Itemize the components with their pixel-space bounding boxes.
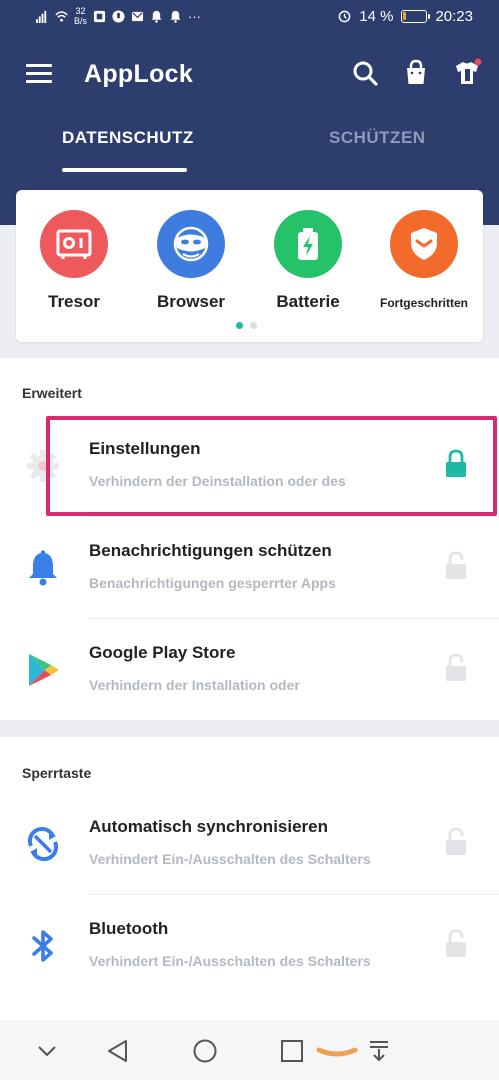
row-title: Benachrichtigungen schützen xyxy=(89,541,332,560)
list-item-bluetooth[interactable]: Bluetooth Verhindert Ein-/Ausschalten de… xyxy=(0,895,499,997)
home-icon[interactable] xyxy=(192,1038,218,1064)
sync-icon xyxy=(22,823,64,865)
theme-icon[interactable] xyxy=(452,58,482,88)
settings-gear-icon xyxy=(22,445,64,487)
lock-closed-icon[interactable] xyxy=(445,449,467,479)
quick-action-browser[interactable]: Browser xyxy=(136,210,246,312)
tab-bar: DATENSCHUTZ SCHÜTZEN xyxy=(0,128,499,176)
quick-action-fortgeschritten[interactable]: Fortgeschritten xyxy=(369,210,479,310)
row-subtitle: Verhindern der Deinstallation oder des xyxy=(89,473,346,489)
app-title: AppLock xyxy=(84,60,194,88)
app-bar: AppLock xyxy=(0,52,499,100)
battery-percent: 14 % xyxy=(359,8,394,25)
search-icon[interactable] xyxy=(350,58,380,88)
notification-pull-icon[interactable] xyxy=(366,1038,392,1064)
do-not-disturb-icon xyxy=(338,10,351,23)
section-sperrtaste: Sperrtaste Automatisch synchronisieren V… xyxy=(0,737,499,1020)
page-dot xyxy=(250,322,257,329)
lock-open-icon[interactable] xyxy=(445,929,467,959)
section-erweitert: Erweitert Einstellungen Verhindern der D… xyxy=(0,358,499,720)
bluetooth-icon xyxy=(22,925,64,967)
tab-schuetzen[interactable]: SCHÜTZEN xyxy=(329,128,426,148)
row-title: Automatisch synchronisieren xyxy=(89,817,329,836)
quick-action-label: Tresor xyxy=(48,292,100,311)
wifi-icon xyxy=(55,10,68,22)
quick-action-batterie[interactable]: Batterie xyxy=(253,210,363,312)
tab-datenschutz[interactable]: DATENSCHUTZ xyxy=(62,128,194,148)
mail-icon xyxy=(131,11,144,21)
row-subtitle: Verhindert Ein-/Ausschalten des Schalter… xyxy=(89,953,371,969)
lock-open-icon[interactable] xyxy=(445,827,467,857)
shield-icon xyxy=(390,210,458,278)
scribble-mark xyxy=(316,1047,358,1057)
collapse-icon[interactable] xyxy=(34,1038,60,1064)
status-bar: 32 B/s ··· 14 % 20:23 xyxy=(0,0,499,36)
list-item-einstellungen[interactable]: Einstellungen Verhindern der Deinstallat… xyxy=(0,415,499,517)
signal-icon xyxy=(36,10,47,23)
row-subtitle: Verhindern der Installation oder xyxy=(89,677,300,693)
quick-action-tresor[interactable]: Tresor xyxy=(19,210,129,312)
section-title: Sperrtaste xyxy=(22,765,92,781)
row-subtitle: Verhindert Ein-/Ausschalten des Schalter… xyxy=(89,851,371,867)
list-item-auto-sync[interactable]: Automatisch synchronisieren Verhindert E… xyxy=(0,793,499,895)
bell-notification-icon-2 xyxy=(170,10,181,23)
play-store-icon xyxy=(22,649,64,691)
shopping-bag-icon[interactable] xyxy=(401,58,431,88)
page-indicator xyxy=(236,322,257,329)
system-nav-bar xyxy=(0,1020,499,1080)
row-title: Einstellungen xyxy=(89,439,201,458)
quick-action-label: Fortgeschritten xyxy=(379,296,468,310)
recents-icon[interactable] xyxy=(279,1038,305,1064)
safe-icon xyxy=(40,210,108,278)
section-title: Erweitert xyxy=(22,385,82,401)
bell-icon xyxy=(22,547,64,589)
network-speed: 32 B/s xyxy=(74,6,88,26)
battery-charging-icon xyxy=(274,210,342,278)
clock: 20:23 xyxy=(435,8,473,25)
active-tab-indicator xyxy=(62,168,187,172)
menu-icon[interactable] xyxy=(26,64,52,84)
back-icon[interactable] xyxy=(105,1038,131,1064)
bell-notification-icon xyxy=(151,10,162,23)
battery-icon xyxy=(401,10,431,23)
quick-action-label: Batterie xyxy=(276,292,340,311)
notification-app-icon xyxy=(93,10,106,22)
row-title: Google Play Store xyxy=(89,643,236,662)
mask-icon xyxy=(157,210,225,278)
lock-open-icon[interactable] xyxy=(445,551,467,581)
quick-action-label: Browser xyxy=(156,292,226,311)
list-item-google-play-store[interactable]: Google Play Store Verhindern der Install… xyxy=(0,619,499,721)
microphone-icon xyxy=(112,9,125,23)
lock-open-icon[interactable] xyxy=(445,653,467,683)
more-notifications: ··· xyxy=(188,8,202,24)
list-item-benachrichtigungen[interactable]: Benachrichtigungen schützen Benachrichti… xyxy=(0,517,499,619)
row-title: Bluetooth xyxy=(89,919,169,938)
page-dot-active xyxy=(236,322,243,329)
row-subtitle: Benachrichtigungen gesperrter Apps xyxy=(89,575,336,591)
quick-actions-card: Tresor Browser Batterie Fortgeschritten xyxy=(16,190,483,342)
